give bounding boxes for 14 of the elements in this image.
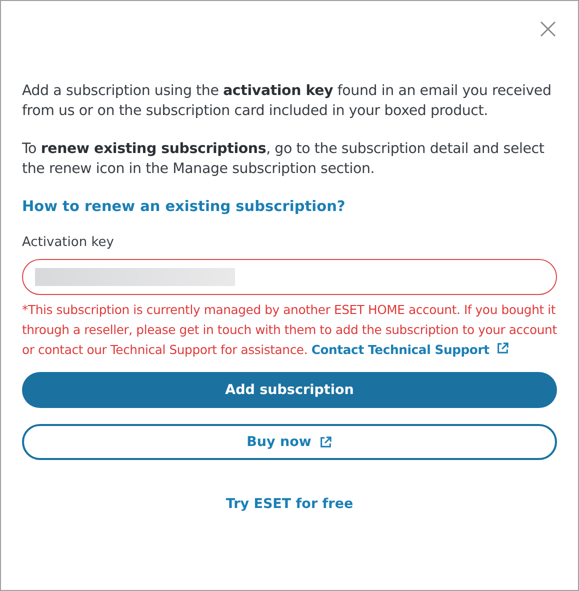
close-button[interactable] bbox=[540, 21, 556, 37]
add-subscription-button[interactable]: Add subscription bbox=[22, 372, 557, 408]
free-trial-link[interactable]: Try ESET for free bbox=[226, 496, 354, 512]
description-text: Add a subscription using the activation key found in an email you received from us or on the subscription card included in your boxed product. bbox=[22, 82, 552, 121]
external-link-icon bbox=[496, 342, 510, 355]
close-icon bbox=[540, 21, 556, 37]
help-link[interactable]: How to renew an existing subscription? bbox=[22, 199, 346, 215]
description-text: To renew existing subscriptions, go to the subscription detail and select the renew icon in the Manage subscription section. bbox=[22, 140, 546, 179]
external-link-icon bbox=[319, 436, 332, 448]
activation-key-field[interactable] bbox=[22, 259, 557, 295]
error-message: *This subscription is currently managed by another ESET HOME account. If you bought it through a reseller, please get in touch with them to add the subscription to your account or contact our Technical Support for assistance. Contact Technical Support bbox=[22, 301, 557, 359]
field-label: Activation key bbox=[22, 235, 115, 250]
buy-now-button[interactable]: Buy now bbox=[22, 424, 557, 460]
support-link[interactable]: Contact Technical Support bbox=[311, 342, 510, 357]
